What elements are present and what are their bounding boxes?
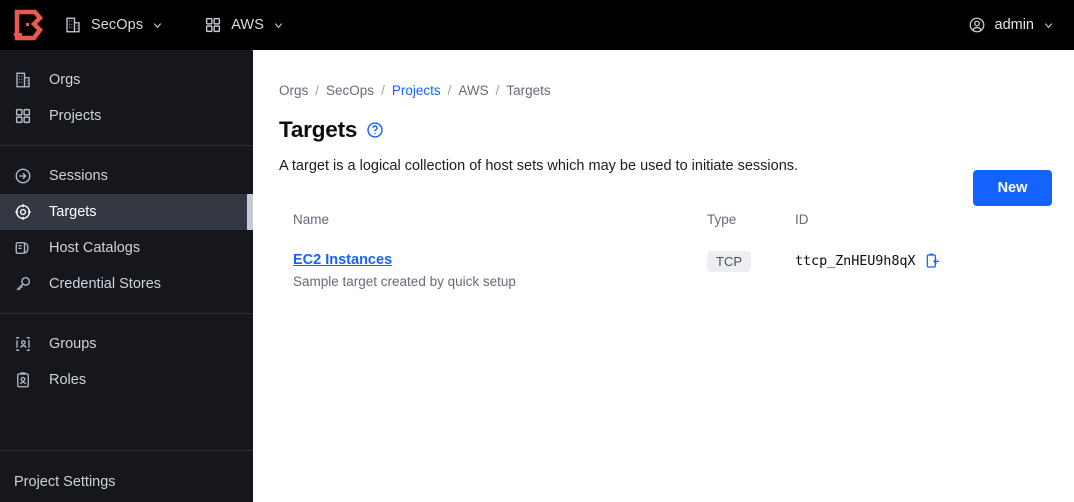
table-header-row: Name Type ID	[279, 212, 1052, 240]
app-root: SecOps AWS admin Orgs Projects Sessions …	[0, 0, 1074, 502]
sidebar-item-label: Sessions	[49, 168, 108, 184]
sidebar-item-label: Targets	[49, 204, 97, 220]
sidebar-item-orgs[interactable]: Orgs	[0, 62, 253, 98]
breadcrumb-separator: /	[381, 83, 385, 98]
sidebar-group-resources: Sessions Targets Host Catalogs Credentia…	[0, 146, 253, 313]
breadcrumb-separator: /	[495, 83, 500, 98]
targets-table: Name Type ID EC2 Instances Sample target…	[279, 212, 1052, 302]
targets-table-body: EC2 Instances Sample target created by q…	[279, 240, 1052, 302]
breadcrumb-separator: /	[315, 83, 320, 98]
sidebar-item-credential-stores[interactable]: Credential Stores	[0, 266, 253, 302]
building-icon	[16, 72, 30, 88]
targets-table-head: Name Type ID	[279, 212, 1052, 240]
column-header-id: ID	[795, 212, 809, 227]
sidebar-divider	[0, 450, 253, 451]
table-row: EC2 Instances Sample target created by q…	[279, 240, 1052, 302]
sidebar-item-label: Projects	[49, 108, 102, 124]
top-navigation-bar: SecOps AWS admin	[0, 0, 1074, 50]
page-title: Targets	[279, 117, 358, 142]
app-logo[interactable]	[0, 9, 56, 41]
building-icon	[66, 17, 80, 33]
breadcrumb-item-orgs[interactable]: Orgs	[279, 83, 308, 98]
sidebar-item-label: Host Catalogs	[49, 240, 141, 256]
breadcrumb-item-aws[interactable]: AWS	[458, 83, 488, 98]
breadcrumb-item-targets[interactable]: Targets	[506, 83, 550, 98]
grid-icon	[206, 17, 221, 33]
breadcrumb: Orgs / SecOps / Projects / AWS / Targets	[279, 72, 1052, 98]
project-switcher[interactable]: AWS	[196, 8, 292, 42]
cell-type: TCP	[693, 240, 781, 302]
question-circle-icon[interactable]	[366, 121, 384, 139]
key-icon	[16, 276, 31, 291]
grid-icon	[15, 108, 31, 124]
target-icon	[15, 204, 31, 220]
breadcrumb-separator: /	[447, 83, 452, 98]
cell-id: ttcp_ZnHEU9h8qX	[781, 240, 1052, 302]
sidebar-item-label: Project Settings	[14, 474, 116, 490]
sign-in-icon	[15, 168, 31, 184]
server-icon	[15, 242, 29, 254]
sidebar-item-label: Orgs	[49, 72, 81, 88]
cell-name: EC2 Instances Sample target created by q…	[279, 240, 693, 302]
project-switcher-label: AWS	[231, 17, 264, 33]
main-content: Orgs / SecOps / Projects / AWS / Targets…	[253, 50, 1074, 502]
page-description: A target is a logical collection of host…	[279, 158, 799, 174]
id-container: ttcp_ZnHEU9h8qX	[795, 251, 1052, 269]
chevron-down-icon	[154, 22, 162, 28]
target-name-link[interactable]: EC2 Instances	[293, 252, 392, 268]
sidebar-item-roles[interactable]: Roles	[0, 362, 253, 398]
chevron-down-icon	[274, 22, 283, 28]
column-header-type: Type	[707, 212, 737, 227]
id-card-icon	[17, 372, 29, 388]
users-icon	[16, 336, 30, 352]
target-description: Sample target created by quick setup	[293, 274, 516, 289]
boundary-logo-icon	[14, 9, 43, 41]
sidebar-group-scopes: Orgs Projects	[0, 50, 253, 145]
sidebar-item-targets[interactable]: Targets	[0, 194, 253, 230]
type-badge: TCP	[707, 251, 751, 272]
sidebar-item-host-catalogs[interactable]: Host Catalogs	[0, 230, 253, 266]
sidebar-item-label: Roles	[49, 372, 87, 388]
user-menu-label: admin	[994, 17, 1035, 33]
org-switcher[interactable]: SecOps	[56, 8, 171, 42]
sidebar-item-sessions[interactable]: Sessions	[0, 158, 253, 194]
sidebar-navigation: Orgs Projects Sessions Targets Host Cata…	[0, 50, 253, 502]
title-row: Targets	[279, 117, 1052, 143]
sidebar-item-label: Credential Stores	[49, 276, 162, 292]
sidebar-item-project-settings[interactable]: Project Settings	[0, 462, 253, 502]
sidebar-item-projects[interactable]: Projects	[0, 98, 253, 134]
org-switcher-label: SecOps	[91, 17, 144, 33]
copy-icon[interactable]	[925, 253, 941, 269]
sidebar-item-label: Groups	[49, 336, 97, 352]
breadcrumb-item-projects[interactable]: Projects	[392, 83, 441, 98]
chevron-down-icon	[1044, 22, 1053, 28]
sidebar-group-iam: Groups Roles	[0, 314, 253, 409]
target-id-value: ttcp_ZnHEU9h8qX	[795, 253, 916, 269]
column-header-name: Name	[293, 212, 330, 227]
new-target-button[interactable]: New	[973, 170, 1052, 206]
user-menu[interactable]: admin	[962, 8, 1061, 42]
app-body: Orgs Projects Sessions Targets Host Cata…	[0, 50, 1074, 502]
sidebar-item-groups[interactable]: Groups	[0, 326, 253, 362]
user-circle-icon	[969, 17, 984, 33]
sidebar-footer: Project Settings	[0, 450, 253, 502]
breadcrumb-item-secops[interactable]: SecOps	[326, 83, 374, 98]
